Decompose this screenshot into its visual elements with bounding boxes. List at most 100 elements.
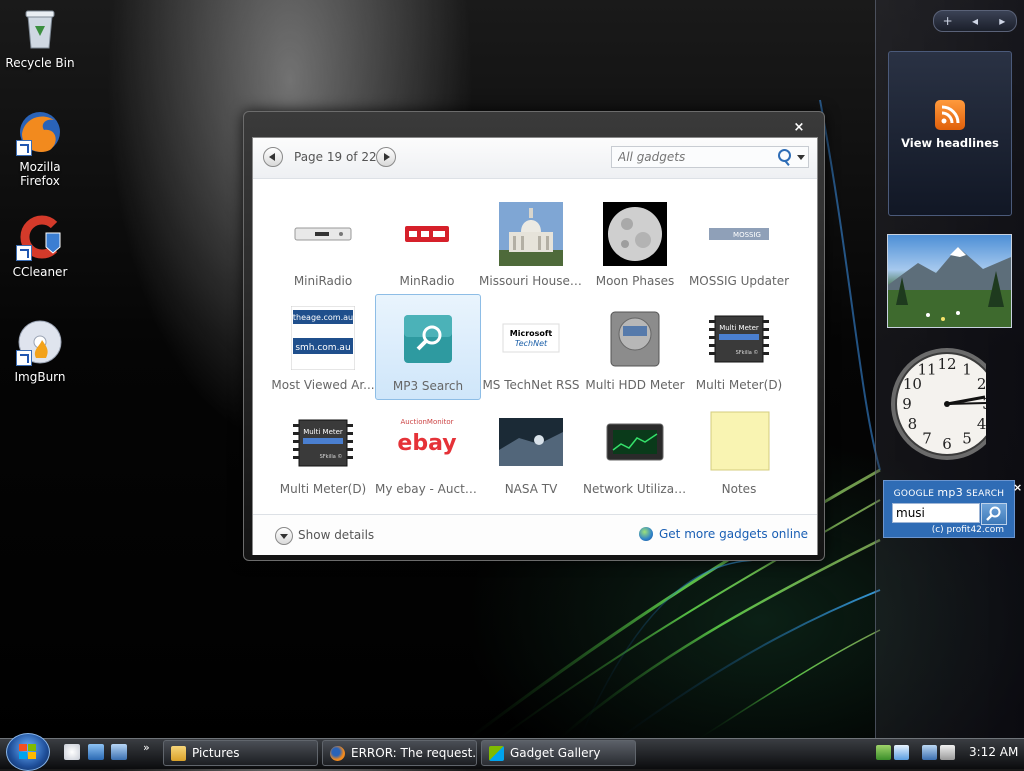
show-details-button[interactable] — [275, 527, 293, 545]
sidebar-prev-button[interactable]: ◂ — [961, 14, 988, 28]
gadget-tile[interactable]: MOSSIG MOSSIG Updater — [687, 190, 791, 294]
gadget-tile[interactable]: Microsoft TechNet MS TechNet RSS — [479, 294, 583, 398]
shortcut-arrow-icon — [16, 245, 32, 261]
gadget-tile-selected[interactable]: MP3 Search — [375, 294, 481, 400]
clock-numeral: 5 — [962, 430, 972, 448]
clock-numeral: 9 — [902, 395, 912, 413]
quicklaunch-switch-windows-icon[interactable] — [111, 744, 127, 760]
technet-icon: Microsoft TechNet — [502, 323, 560, 353]
search-icon[interactable] — [778, 149, 791, 162]
shortcut-arrow-icon — [16, 350, 32, 366]
gadget-label: Multi Meter(D) — [279, 482, 367, 496]
windows-logo-icon — [19, 744, 36, 759]
svg-text:Multi Meter: Multi Meter — [719, 324, 759, 332]
desktop-icon-firefox[interactable]: Mozilla Firefox — [0, 108, 80, 188]
clock-gadget[interactable]: 121234567891011 — [888, 343, 986, 461]
ebay-icon: AuctionMonitor ebay — [397, 418, 456, 456]
taskbar-button-label: ERROR: The request... — [351, 746, 477, 760]
tray-app-icon[interactable] — [876, 745, 891, 760]
taskbar-button-label: Pictures — [192, 746, 240, 760]
quicklaunch-media-icon[interactable] — [64, 744, 80, 760]
gadget-label: My ebay - Aucti... — [375, 482, 479, 496]
add-gadget-button[interactable]: + — [934, 14, 961, 28]
gadget-tile[interactable]: MiniRadio — [271, 190, 375, 294]
magnifier-icon — [404, 315, 452, 363]
network-monitor-icon — [606, 423, 664, 461]
taskbar-button-label: Gadget Gallery — [510, 746, 601, 760]
gadget-search-input[interactable] — [612, 147, 770, 167]
gadget-search-box[interactable] — [611, 146, 809, 168]
close-button[interactable]: × — [787, 120, 811, 136]
get-more-gadgets-link[interactable]: Get more gadgets online — [659, 527, 808, 541]
desktop-icon-imgburn[interactable]: ImgBurn — [0, 318, 80, 384]
taskbar-button-pictures[interactable]: Pictures — [163, 740, 318, 766]
desktop-icon-label: ImgBurn — [14, 370, 66, 384]
gadget-tile[interactable]: AuctionMonitor ebay My ebay - Aucti... — [375, 398, 479, 502]
nasa-tv-icon — [499, 418, 563, 466]
mp3-search-input[interactable] — [892, 503, 980, 523]
gadget-tile[interactable]: Multi HDD Meter — [583, 294, 687, 398]
gadget-tile[interactable]: MinRadio — [375, 190, 479, 294]
svg-text:AuctionMonitor: AuctionMonitor — [400, 418, 453, 426]
clock-numeral: 7 — [922, 430, 932, 448]
ccleaner-icon — [16, 213, 64, 261]
gadget-gallery-icon — [489, 746, 504, 761]
svg-text:TechNet: TechNet — [515, 339, 548, 348]
clock-numeral: 12 — [937, 355, 956, 373]
taskbar-button-firefox[interactable]: ERROR: The request... — [322, 740, 477, 766]
sidebar-next-button[interactable]: ▸ — [989, 14, 1016, 28]
copyright-text: (c) profit42.com — [931, 525, 1004, 535]
chevron-down-icon[interactable] — [797, 155, 805, 160]
svg-text:ebay: ebay — [397, 431, 456, 456]
taskbar-button-gadget-gallery[interactable]: Gadget Gallery — [481, 740, 636, 766]
gallery-content: Page 19 of 22 MiniRadio — [252, 137, 818, 555]
gadget-label: MinRadio — [399, 274, 455, 288]
clock-numeral: 8 — [908, 415, 918, 433]
view-headlines-label[interactable]: View headlines — [889, 136, 1011, 150]
gadget-label: Notes — [721, 482, 757, 496]
clock-numeral: 6 — [942, 435, 952, 453]
gadget-tile[interactable]: Missouri House ... — [479, 190, 583, 294]
gadget-tile[interactable]: NASA TV — [479, 398, 583, 502]
gadget-tile[interactable]: Moon Phases — [583, 190, 687, 294]
slideshow-gadget[interactable] — [887, 234, 1012, 328]
page-indicator: Page 19 of 22 — [294, 150, 377, 164]
gallery-toolbar: Page 19 of 22 — [253, 138, 817, 179]
news-icon: theage.com.au smh.com.au — [291, 306, 355, 370]
mp3-search-go-button[interactable] — [981, 503, 1007, 525]
gadget-tile[interactable]: Multi Meter SFkilla © Multi Meter(D) — [271, 398, 375, 502]
mountain-photo-icon — [888, 247, 1011, 327]
volume-muted-icon[interactable] — [940, 745, 955, 760]
gadget-label: MOSSIG Updater — [688, 274, 790, 288]
gadget-label: Multi Meter(D) — [695, 378, 783, 392]
quicklaunch-show-desktop-icon[interactable] — [88, 744, 104, 760]
gadget-tile[interactable]: Network Utilizat... — [583, 398, 687, 502]
svg-text:Multi Meter: Multi Meter — [303, 428, 343, 436]
chip-icon: Multi Meter SFkilla © — [709, 315, 769, 363]
desktop-icon-ccleaner[interactable]: CCleaner — [0, 213, 80, 279]
desktop-icon-recycle-bin[interactable]: Recycle Bin — [0, 4, 80, 70]
rss-icon — [935, 100, 965, 130]
imgburn-icon — [16, 318, 64, 366]
gadget-tile[interactable]: theage.com.au smh.com.au Most Viewed Ar.… — [271, 294, 375, 398]
feed-headlines-gadget[interactable]: View headlines — [888, 51, 1012, 216]
network-icon[interactable] — [922, 745, 937, 760]
sticky-note-icon — [710, 411, 770, 471]
hdd-icon — [610, 311, 660, 367]
gadget-tile[interactable]: Multi Meter SFkilla © Multi Meter(D) — [687, 294, 791, 398]
desktop-icon-label: Recycle Bin — [5, 56, 75, 70]
svg-text:SFkilla ©: SFkilla © — [320, 453, 343, 460]
start-button[interactable] — [6, 733, 50, 771]
next-page-button[interactable] — [376, 147, 396, 167]
firefox-icon — [16, 108, 64, 156]
clock-numeral: 11 — [917, 360, 936, 378]
clock-time[interactable]: 3:12 AM — [969, 745, 1018, 759]
desktop-icon-label: CCleaner — [12, 265, 68, 279]
gadget-label: Moon Phases — [595, 274, 675, 288]
quicklaunch-chevron-button[interactable]: » — [143, 741, 150, 754]
tray-app-icon[interactable] — [894, 745, 909, 760]
show-details-label[interactable]: Show details — [298, 528, 374, 542]
gadget-close-button[interactable]: × — [1013, 481, 1022, 494]
gadget-tile[interactable]: Notes — [687, 398, 791, 502]
previous-page-button[interactable] — [263, 147, 283, 167]
